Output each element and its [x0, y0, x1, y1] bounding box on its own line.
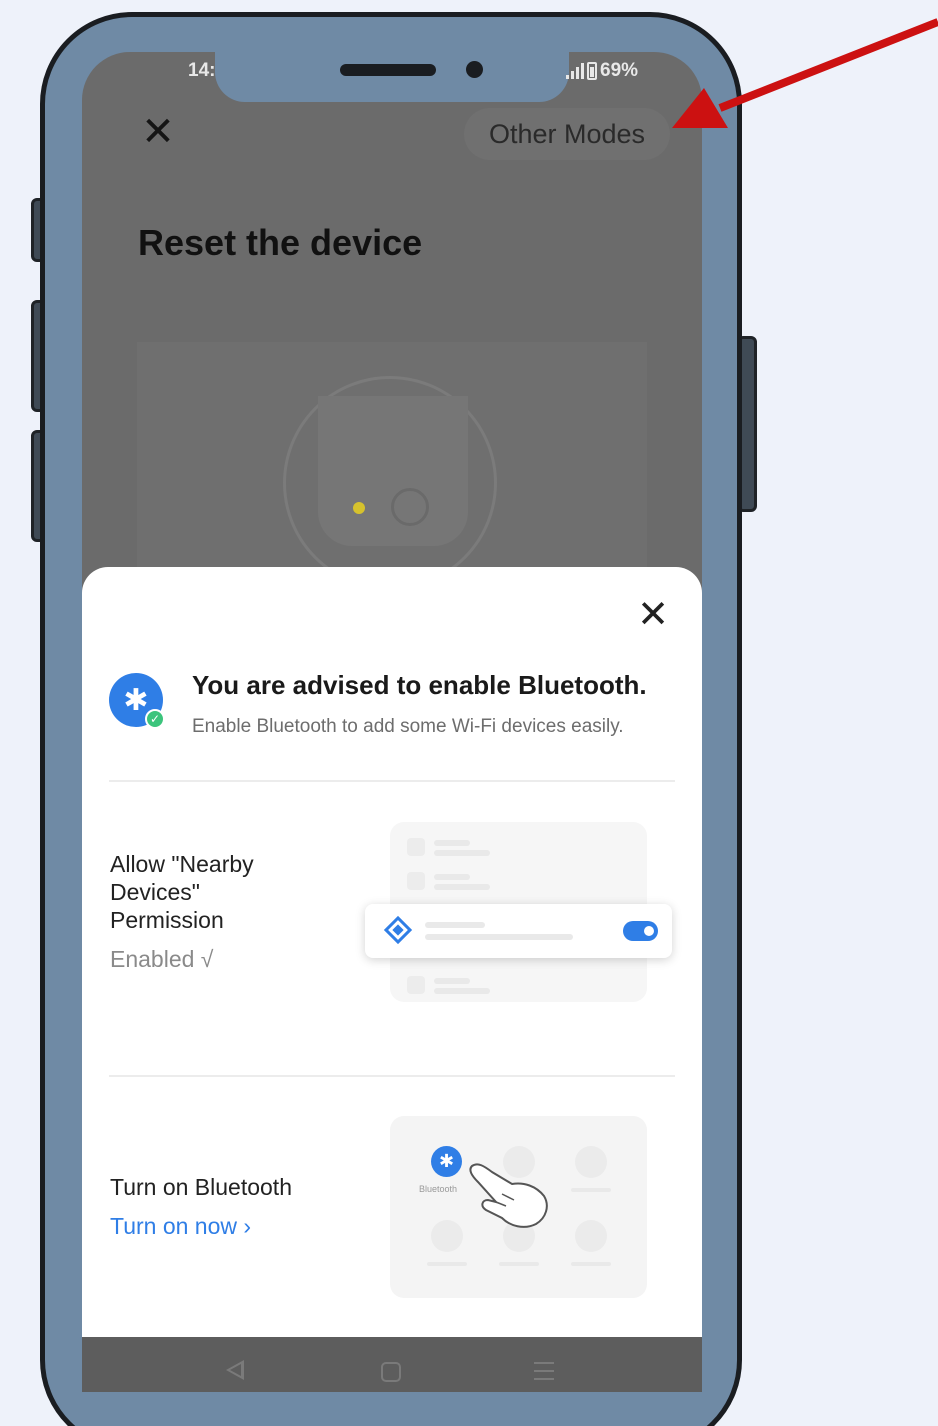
divider [109, 780, 675, 782]
placeholder-line [434, 840, 470, 846]
phone-camera [466, 61, 483, 78]
placeholder-line [434, 850, 490, 856]
placeholder-circle [575, 1146, 607, 1178]
device-body [318, 396, 468, 546]
status-time: 14: [188, 60, 216, 81]
page: ✕ Other Modes Reset the device 14: 69% ✕… [0, 0, 938, 1426]
placeholder-line [434, 884, 490, 890]
sheet-title: You are advised to enable Bluetooth. [192, 670, 647, 700]
placeholder-line [427, 1262, 467, 1266]
back-icon-inner [230, 1364, 241, 1376]
placeholder-line [499, 1262, 539, 1266]
placeholder-line [434, 988, 490, 994]
bluetooth-tile-label: Bluetooth [419, 1184, 458, 1194]
menu-icon[interactable] [534, 1362, 554, 1386]
permission-toggle [623, 921, 658, 941]
home-icon[interactable] [381, 1362, 401, 1382]
placeholder-square [407, 976, 425, 994]
check-badge-icon: ✓ [145, 709, 165, 729]
placeholder-circle [575, 1220, 607, 1252]
status-indicators: 69% [566, 60, 638, 82]
placeholder-line [425, 934, 573, 940]
placeholder-line [434, 874, 470, 880]
phone-speaker [340, 64, 436, 76]
placeholder-square [407, 838, 425, 856]
placeholder-line [571, 1188, 611, 1192]
divider [109, 1075, 675, 1077]
permission-label: Allow "Nearby Devices" Permission [110, 851, 254, 933]
placeholder-line [571, 1262, 611, 1266]
placeholder-line [425, 922, 485, 928]
placeholder-line [434, 978, 470, 984]
sheet-close-icon[interactable]: ✕ [636, 596, 670, 634]
turn-on-bluetooth-label: Turn on Bluetooth [110, 1174, 292, 1200]
permission-status: Enabled √ [110, 946, 214, 972]
annotation-arrow [672, 18, 938, 128]
signal-icon [566, 63, 584, 79]
turn-on-now-link[interactable]: Turn on now › [110, 1213, 251, 1240]
placeholder-square [407, 872, 425, 890]
power-icon [391, 488, 429, 526]
placeholder-circle [431, 1220, 463, 1252]
sheet-subtitle: Enable Bluetooth to add some Wi-Fi devic… [192, 716, 624, 737]
page-title: Reset the device [138, 222, 423, 263]
battery-percent: 69% [600, 60, 639, 81]
pointing-hand-icon [469, 1163, 548, 1228]
indicator-light [353, 502, 365, 514]
other-modes-button[interactable]: Other Modes [464, 108, 670, 160]
battery-icon [587, 62, 597, 80]
bluetooth-toggle-icon: ✱ [431, 1146, 462, 1177]
close-icon[interactable]: ✕ [138, 112, 178, 152]
